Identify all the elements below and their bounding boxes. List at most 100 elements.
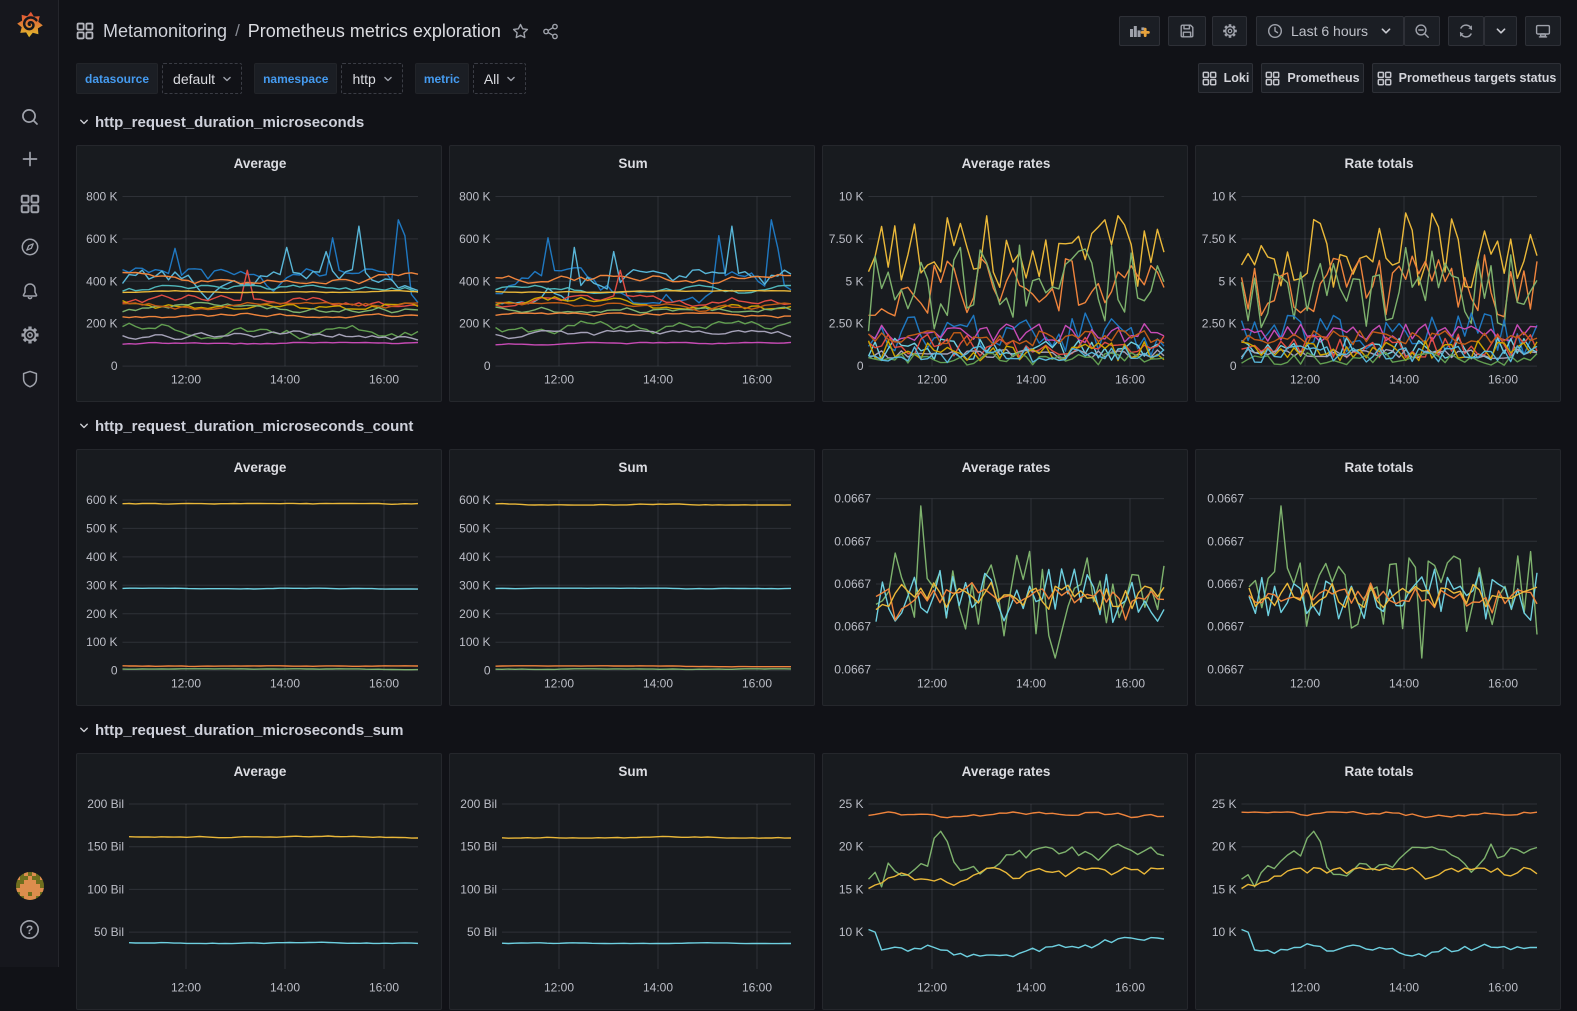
svg-text:12:00: 12:00 (1290, 981, 1320, 995)
svg-text:16:00: 16:00 (369, 373, 399, 387)
svg-text:12:00: 12:00 (1290, 373, 1320, 387)
svg-text:5 K: 5 K (1218, 274, 1236, 288)
svg-text:0.0667: 0.0667 (1207, 534, 1244, 548)
svg-text:16:00: 16:00 (1488, 677, 1518, 691)
svg-text:400 K: 400 K (459, 550, 490, 564)
svg-text:0.0667: 0.0667 (834, 534, 871, 548)
svg-text:12:00: 12:00 (544, 373, 574, 387)
svg-text:7.50 K: 7.50 K (1202, 232, 1237, 246)
svg-text:0.0667: 0.0667 (1207, 577, 1244, 591)
svg-text:0: 0 (111, 359, 118, 373)
svg-text:15 K: 15 K (1212, 882, 1237, 896)
svg-text:16:00: 16:00 (1115, 677, 1145, 691)
svg-text:10 K: 10 K (839, 190, 864, 204)
svg-text:16:00: 16:00 (742, 677, 772, 691)
svg-text:Average: Average (234, 156, 287, 171)
svg-text:400 K: 400 K (86, 274, 117, 288)
svg-text:150 Bil: 150 Bil (87, 840, 124, 854)
svg-text:0: 0 (484, 359, 491, 373)
svg-text:10 K: 10 K (839, 925, 864, 939)
svg-text:0.0667: 0.0667 (834, 620, 871, 634)
svg-text:14:00: 14:00 (1389, 373, 1419, 387)
svg-text:20 K: 20 K (839, 840, 864, 854)
svg-text:10 K: 10 K (1212, 925, 1237, 939)
svg-text:14:00: 14:00 (643, 677, 673, 691)
svg-text:100 Bil: 100 Bil (460, 882, 497, 896)
svg-text:14:00: 14:00 (643, 981, 673, 995)
svg-text:0: 0 (1230, 359, 1237, 373)
svg-text:600 K: 600 K (459, 232, 490, 246)
svg-text:0: 0 (857, 359, 864, 373)
svg-text:Rate totals: Rate totals (1344, 156, 1413, 171)
svg-text:14:00: 14:00 (270, 373, 300, 387)
svg-text:12:00: 12:00 (917, 981, 947, 995)
svg-text:200 Bil: 200 Bil (87, 797, 124, 811)
svg-text:12:00: 12:00 (917, 373, 947, 387)
svg-text:0.0667: 0.0667 (834, 662, 871, 676)
svg-text:0: 0 (484, 664, 491, 678)
svg-text:12:00: 12:00 (544, 677, 574, 691)
svg-text:0.0667: 0.0667 (834, 577, 871, 591)
svg-text:300 K: 300 K (86, 578, 117, 592)
svg-text:500 K: 500 K (459, 521, 490, 535)
svg-text:10 K: 10 K (1212, 190, 1237, 204)
svg-text:14:00: 14:00 (1389, 677, 1419, 691)
svg-text:16:00: 16:00 (1488, 981, 1518, 995)
svg-text:16:00: 16:00 (1115, 373, 1145, 387)
svg-text:16:00: 16:00 (369, 677, 399, 691)
svg-text:15 K: 15 K (839, 882, 864, 896)
svg-text:150 Bil: 150 Bil (460, 840, 497, 854)
svg-text:14:00: 14:00 (1016, 677, 1046, 691)
svg-text:200 K: 200 K (86, 607, 117, 621)
svg-text:Sum: Sum (618, 460, 647, 475)
svg-text:5 K: 5 K (845, 274, 863, 288)
svg-text:12:00: 12:00 (171, 677, 201, 691)
svg-text:500 K: 500 K (86, 521, 117, 535)
svg-text:100 K: 100 K (459, 635, 490, 649)
svg-text:?: ? (26, 923, 33, 937)
svg-text:200 K: 200 K (459, 317, 490, 331)
svg-text:200 K: 200 K (86, 317, 117, 331)
svg-text:Rate totals: Rate totals (1344, 764, 1413, 779)
svg-text:Rate totals: Rate totals (1344, 460, 1413, 475)
svg-text:12:00: 12:00 (917, 677, 947, 691)
svg-text:600 K: 600 K (86, 493, 117, 507)
svg-text:14:00: 14:00 (270, 981, 300, 995)
svg-text:100 Bil: 100 Bil (87, 882, 124, 896)
svg-text:Average rates: Average rates (962, 460, 1051, 475)
svg-text:12:00: 12:00 (1290, 677, 1320, 691)
svg-text:0.0667: 0.0667 (1207, 620, 1244, 634)
svg-text:12:00: 12:00 (171, 981, 201, 995)
svg-text:16:00: 16:00 (1488, 373, 1518, 387)
svg-text:2.50 K: 2.50 K (829, 317, 864, 331)
svg-text:100 K: 100 K (86, 635, 117, 649)
svg-text:0.0667: 0.0667 (1207, 662, 1244, 676)
svg-text:2.50 K: 2.50 K (1202, 317, 1237, 331)
svg-text:14:00: 14:00 (270, 677, 300, 691)
svg-text:Average rates: Average rates (962, 156, 1051, 171)
svg-text:12:00: 12:00 (544, 981, 574, 995)
svg-text:Average: Average (234, 764, 287, 779)
svg-text:400 K: 400 K (86, 550, 117, 564)
svg-text:20 K: 20 K (1212, 840, 1237, 854)
svg-text:800 K: 800 K (86, 190, 117, 204)
svg-text:Average rates: Average rates (962, 764, 1051, 779)
svg-text:16:00: 16:00 (1115, 981, 1145, 995)
svg-text:200 K: 200 K (459, 607, 490, 621)
svg-text:0: 0 (111, 664, 118, 678)
svg-text:25 K: 25 K (1212, 797, 1237, 811)
svg-text:14:00: 14:00 (643, 373, 673, 387)
svg-text:Average: Average (234, 460, 287, 475)
svg-text:14:00: 14:00 (1389, 981, 1419, 995)
svg-text:12:00: 12:00 (171, 373, 201, 387)
svg-text:16:00: 16:00 (742, 373, 772, 387)
svg-text:Sum: Sum (618, 764, 647, 779)
svg-text:0.0667: 0.0667 (834, 492, 871, 506)
svg-text:200 Bil: 200 Bil (460, 797, 497, 811)
svg-text:600 K: 600 K (86, 232, 117, 246)
svg-text:7.50 K: 7.50 K (829, 232, 864, 246)
svg-text:800 K: 800 K (459, 190, 490, 204)
svg-text:14:00: 14:00 (1016, 373, 1046, 387)
svg-text:50 Bil: 50 Bil (94, 925, 124, 939)
svg-text:16:00: 16:00 (369, 981, 399, 995)
